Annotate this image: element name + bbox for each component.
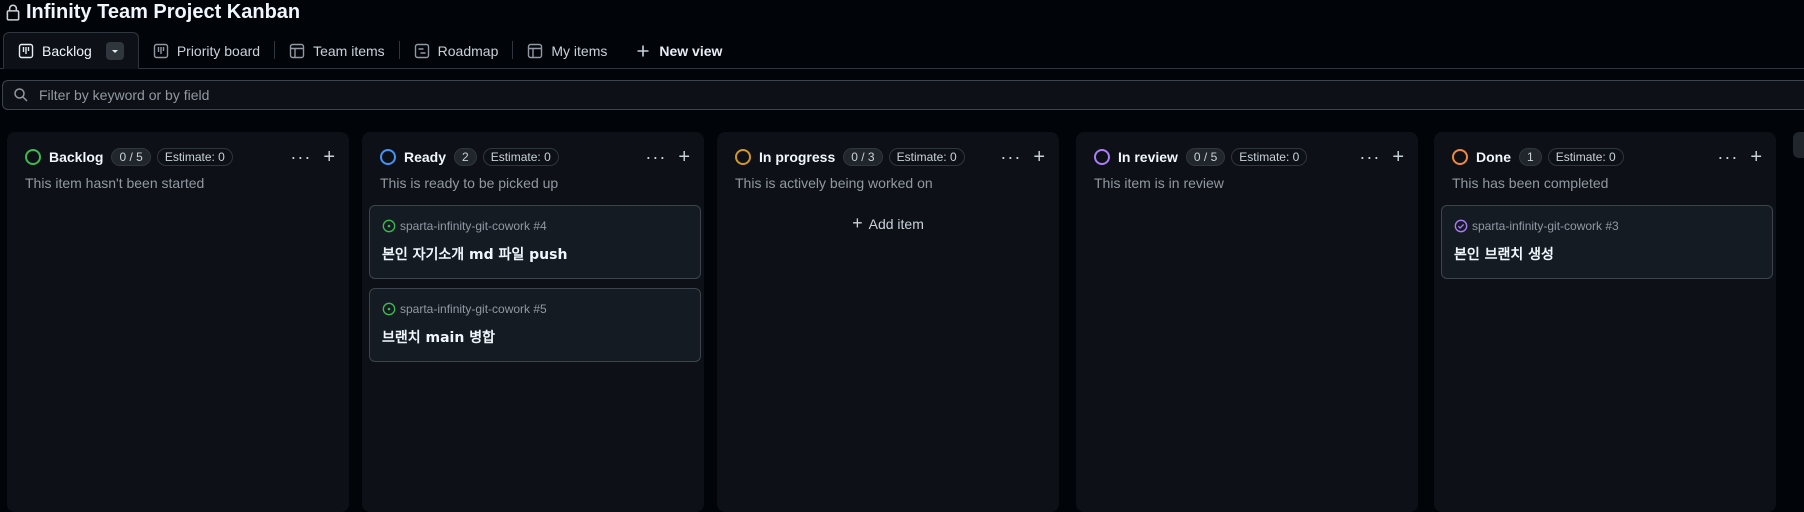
table-icon: [289, 43, 305, 58]
tab-label: Roadmap: [437, 42, 499, 59]
column-header: Backlog 0 / 5 Estimate: 0 ··· +: [25, 146, 335, 168]
lock-icon: [6, 4, 20, 21]
plus-icon: [637, 45, 649, 56]
tab-priority-board[interactable]: Priority board: [139, 33, 274, 68]
status-circle-icon: [1094, 149, 1110, 165]
card-repo-link[interactable]: sparta-infinity-git-cowork #4: [400, 219, 547, 233]
column-backlog: Backlog 0 / 5 Estimate: 0 ··· + This ite…: [7, 132, 349, 512]
issue-card[interactable]: sparta-infinity-git-cowork #3 본인 브랜치 생성: [1441, 205, 1773, 279]
column-header: In review 0 / 5 Estimate: 0 ··· +: [1094, 146, 1404, 168]
tab-label: Backlog: [42, 42, 92, 59]
column-menu-button[interactable]: ···: [290, 148, 311, 166]
tab-label: New view: [659, 42, 723, 59]
closed-issue-icon: [1454, 219, 1468, 233]
roadmap-icon: [414, 43, 429, 58]
column-header: Ready 2 Estimate: 0 ··· +: [380, 146, 690, 168]
column-header: In progress 0 / 3 Estimate: 0 ··· +: [735, 146, 1045, 168]
column-menu-button[interactable]: ···: [1717, 148, 1738, 166]
card-title[interactable]: 브랜치 main 병합: [382, 327, 495, 347]
tab-my-items[interactable]: My items: [513, 33, 621, 68]
item-count-badge: 0 / 3: [843, 148, 883, 166]
project-header: Infinity Team Project Kanban: [0, 0, 1804, 24]
view-tabs: Backlog Priority board Team items Roadma…: [0, 32, 1804, 69]
status-circle-icon: [1452, 149, 1468, 165]
column-done: Done 1 Estimate: 0 ··· + This has been c…: [1434, 132, 1776, 512]
column-title: In progress: [759, 149, 836, 165]
card-reference: sparta-infinity-git-cowork #3: [1454, 219, 1619, 233]
column-menu-button[interactable]: ···: [1000, 148, 1021, 166]
table-icon: [528, 43, 543, 58]
column-title: In review: [1118, 149, 1178, 165]
issue-card[interactable]: sparta-infinity-git-cowork #4 본인 자기소개 md…: [369, 205, 701, 279]
tab-team-items[interactable]: Team items: [275, 33, 399, 68]
add-item-button[interactable]: +: [323, 147, 335, 167]
add-item-link[interactable]: + Add item: [717, 213, 1059, 234]
column-description: This has been completed: [1452, 175, 1609, 191]
open-issue-icon: [382, 302, 396, 316]
card-title[interactable]: 본인 자기소개 md 파일 push: [382, 244, 567, 264]
estimate-badge: Estimate: 0: [1231, 148, 1308, 166]
column-title: Ready: [404, 149, 447, 165]
column-title: Done: [1476, 149, 1511, 165]
column-description: This item hasn't been started: [25, 175, 205, 191]
status-circle-icon: [380, 149, 396, 165]
caret-down-icon: [111, 49, 118, 53]
item-count-badge: 2: [454, 148, 477, 166]
card-reference: sparta-infinity-git-cowork #5: [382, 302, 547, 316]
add-item-button[interactable]: +: [1033, 147, 1045, 167]
card-repo-link[interactable]: sparta-infinity-git-cowork #3: [1472, 219, 1619, 233]
tab-label: My items: [551, 42, 608, 59]
column-description: This item is in review: [1094, 175, 1224, 191]
column-in-progress: In progress 0 / 3 Estimate: 0 ··· + This…: [717, 132, 1059, 512]
open-issue-icon: [382, 219, 396, 233]
estimate-badge: Estimate: 0: [888, 148, 965, 166]
tab-label: Priority board: [176, 42, 261, 59]
column-title: Backlog: [49, 149, 104, 165]
issue-card[interactable]: sparta-infinity-git-cowork #5 브랜치 main 병…: [369, 288, 701, 362]
card-reference: sparta-infinity-git-cowork #4: [382, 219, 547, 233]
estimate-badge: Estimate: 0: [156, 148, 233, 166]
board-icon: [18, 43, 34, 58]
status-circle-icon: [735, 149, 751, 165]
tab-roadmap[interactable]: Roadmap: [400, 33, 513, 68]
column-in-review: In review 0 / 5 Estimate: 0 ··· + This i…: [1076, 132, 1418, 512]
status-circle-icon: [25, 149, 41, 165]
column-menu-button[interactable]: ···: [1359, 148, 1380, 166]
column-description: This is ready to be picked up: [380, 175, 559, 191]
new-view-button[interactable]: New view: [621, 33, 736, 68]
column-description: This is actively being worked on: [735, 175, 933, 191]
item-count-badge: 0 / 5: [1185, 148, 1226, 166]
estimate-badge: Estimate: 0: [482, 148, 559, 166]
filter-bar: [2, 80, 1804, 110]
column-header: Done 1 Estimate: 0 ··· +: [1452, 146, 1762, 168]
kanban-board: Backlog 0 / 5 Estimate: 0 ··· + This ite…: [0, 132, 1804, 512]
item-count-badge: 1: [1519, 148, 1542, 166]
add-column-button[interactable]: [1793, 132, 1804, 158]
project-title: Infinity Team Project Kanban: [26, 0, 301, 23]
plus-icon: +: [852, 213, 863, 233]
tab-backlog[interactable]: Backlog: [3, 32, 139, 69]
add-item-button[interactable]: +: [1392, 147, 1404, 167]
item-count-badge: 0 / 5: [111, 148, 151, 166]
estimate-badge: Estimate: 0: [1547, 148, 1624, 166]
column-menu-button[interactable]: ···: [645, 148, 666, 166]
filter-input[interactable]: [37, 86, 641, 104]
add-item-button[interactable]: +: [678, 147, 690, 167]
card-title[interactable]: 본인 브랜치 생성: [1454, 244, 1554, 264]
search-icon: [14, 88, 28, 102]
card-repo-link[interactable]: sparta-infinity-git-cowork #5: [400, 302, 547, 316]
column-ready: Ready 2 Estimate: 0 ··· + This is ready …: [362, 132, 704, 512]
board-icon: [153, 43, 169, 58]
add-item-label: Add item: [868, 216, 924, 232]
tab-label: Team items: [313, 42, 385, 59]
add-item-button[interactable]: +: [1750, 147, 1762, 167]
view-options-button[interactable]: [105, 41, 124, 60]
